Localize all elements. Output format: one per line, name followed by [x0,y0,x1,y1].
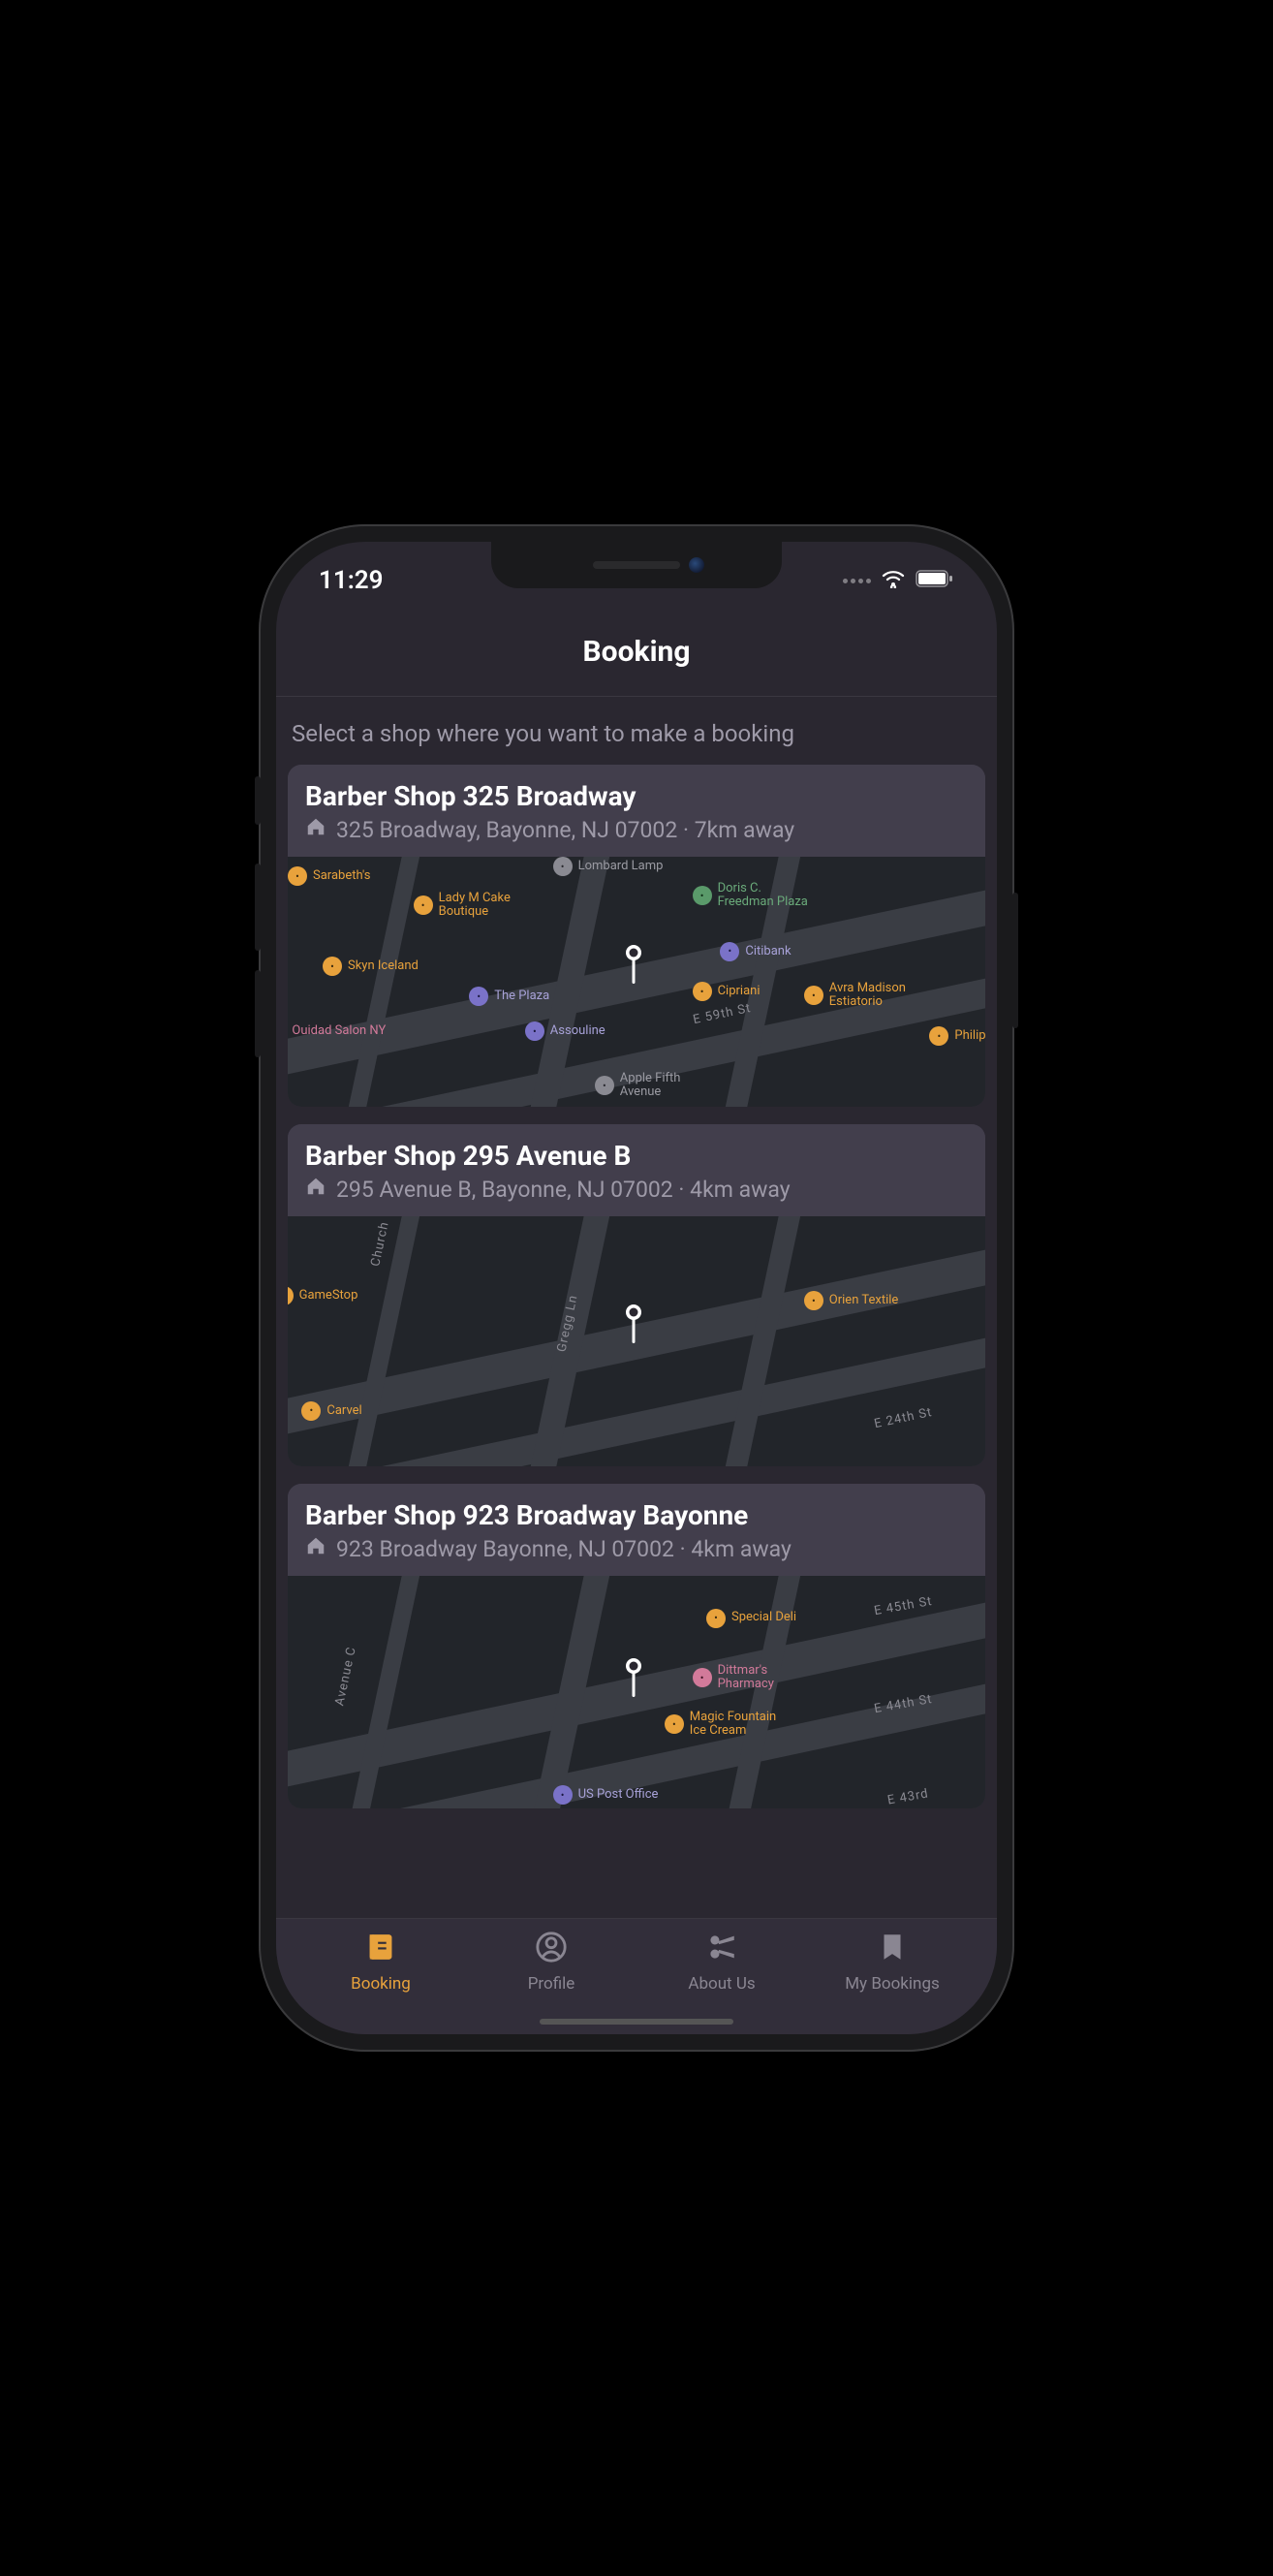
shop-header: Barber Shop 325 Broadway 325 Broadway, B… [288,765,985,857]
shop-map[interactable]: •Special Deli•Dittmar's Pharmacy•Magic F… [288,1576,985,1808]
map-pin-icon [623,944,644,990]
side-button-vol-down [255,970,261,1057]
side-button-silence [255,776,261,825]
home-indicator[interactable] [540,2019,733,2025]
shop-card-2[interactable]: Barber Shop 923 Broadway Bayonne 923 Bro… [288,1484,985,1808]
side-button-power [1012,893,1018,1028]
shop-address: 923 Broadway Bayonne, NJ 07002 · 4km awa… [336,1536,792,1562]
shop-map[interactable]: •GameStop•Carvel•Orien TextileGregg LnCh… [288,1216,985,1466]
map-poi: •Skyn Iceland [323,957,419,976]
street-label: Church [368,1220,391,1268]
shop-name: Barber Shop 923 Broadway Bayonne [305,1499,968,1531]
shop-address: 295 Avenue B, Bayonne, NJ 07002 · 4km aw… [336,1177,791,1203]
page-title: Booking [276,635,997,669]
map-poi: •GameStop [288,1286,357,1305]
shop-map[interactable]: •Lombard Lamp•Sarabeth's•Lady M Cake Bou… [288,857,985,1107]
tab-profile[interactable]: Profile [483,1931,619,1994]
street-label: E 43rd [886,1786,930,1807]
home-icon [305,816,326,843]
app-header: Booking [276,600,997,697]
tab-label: Booking [351,1974,411,1994]
shop-header: Barber Shop 923 Broadway Bayonne 923 Bro… [288,1484,985,1576]
instruction-text: Select a shop where you want to make a b… [288,716,985,765]
tab-label: My Bookings [845,1974,940,1994]
about-icon [705,1931,738,1968]
battery-icon [916,566,954,595]
shop-name: Barber Shop 295 Avenue B [305,1140,968,1172]
content-scroll[interactable]: Select a shop where you want to make a b… [276,697,997,1918]
wifi-icon [881,566,906,595]
booking-icon [364,1931,397,1968]
mybookings-icon [876,1931,909,1968]
notch [491,542,782,588]
cellular-dots-icon [843,579,871,583]
street-label: Avenue C [332,1646,359,1708]
device-frame: 11:29 Booking Select a shop where you wa… [259,524,1014,2052]
profile-icon [535,1931,568,1968]
shop-card-1[interactable]: Barber Shop 295 Avenue B 295 Avenue B, B… [288,1124,985,1466]
screen: 11:29 Booking Select a shop where you wa… [276,542,997,2034]
shop-name: Barber Shop 325 Broadway [305,780,968,812]
shop-card-0[interactable]: Barber Shop 325 Broadway 325 Broadway, B… [288,765,985,1107]
home-icon [305,1535,326,1562]
tab-label: About Us [688,1974,755,1994]
map-poi: •Philip [929,1026,985,1046]
home-icon [305,1176,326,1203]
shop-address: 325 Broadway, Bayonne, NJ 07002 · 7km aw… [336,817,794,843]
tab-mybookings[interactable]: My Bookings [824,1931,960,1994]
map-poi: •Sarabeth's [288,866,370,886]
tab-label: Profile [528,1974,575,1994]
map-pin-icon [623,1304,644,1350]
tab-about[interactable]: About Us [654,1931,790,1994]
tab-bar: Booking Profile About Us My Bookings [276,1918,997,2034]
street-label: E 24th St [873,1405,934,1431]
tab-booking[interactable]: Booking [313,1931,449,1994]
side-button-vol-up [255,864,261,951]
status-time: 11:29 [319,566,384,595]
shop-header: Barber Shop 295 Avenue B 295 Avenue B, B… [288,1124,985,1216]
map-pin-icon [623,1657,644,1704]
map-poi: •Lady M Cake Boutique [414,892,511,920]
